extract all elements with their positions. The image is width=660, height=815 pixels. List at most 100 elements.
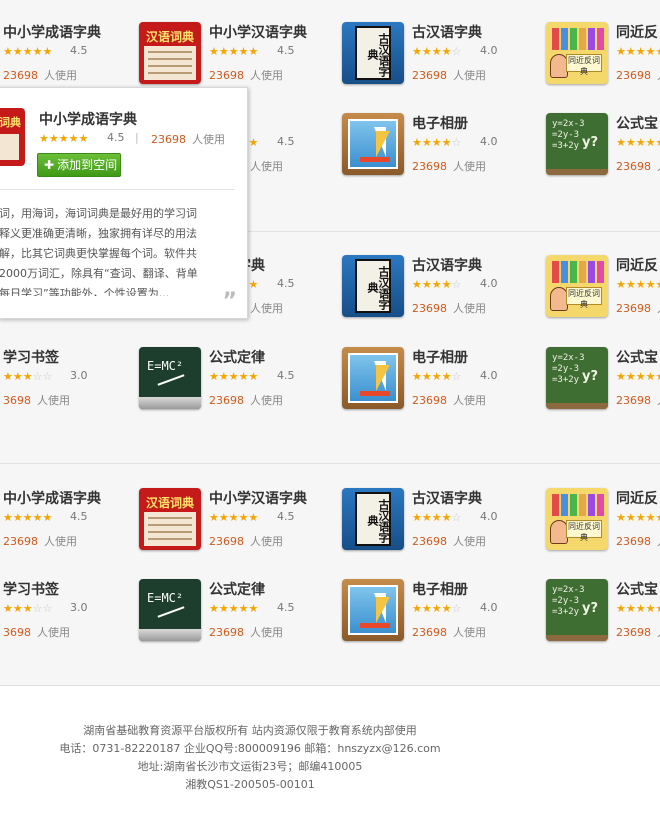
- app-card-hanyu[interactable]: 汉语词典 中小学汉语字典 ★★★★★ 4.5 23698 人使用: [139, 22, 339, 92]
- usage-count: 23698人使用: [412, 302, 486, 315]
- app-card-guhan-3[interactable]: 古汉语字典 古汉语字典 ★★★★☆ 4.0 23698 人使用: [342, 488, 542, 558]
- app-name[interactable]: 同近反: [616, 255, 658, 275]
- rating-value: 4.5: [277, 135, 295, 148]
- footer-contact: 电话：0731-82220187 企业QQ号:800009196 邮箱：hnsz…: [59, 742, 441, 755]
- rating-stars: ★★★★☆: [412, 45, 462, 58]
- site-footer: 湖南省基础教育资源平台版权所有 站内资源仅限于教育系统内部使用 电话：0731-…: [0, 722, 500, 794]
- app-section-3: 中小学成语字典 ★★★★★ 4.5 23698 人使用 汉语词典 中小学汉语字典 …: [0, 464, 660, 686]
- emc-formula-icon[interactable]: E=MC²: [139, 579, 201, 641]
- rating-value: 4.5: [70, 44, 88, 57]
- popup-description: 词，用海词，海词词典是最好用的学习词 释义更准确更清晰，独家拥有详尽的用法 解，…: [0, 207, 198, 296]
- ancient-dictionary-icon[interactable]: 古汉语字典: [342, 22, 404, 84]
- rating-value: 4.0: [480, 135, 498, 148]
- app-name[interactable]: 公式宝: [616, 579, 658, 599]
- popup-app-name: 中小学成语字典: [39, 112, 137, 128]
- usage-count: 23698人: [616, 69, 660, 82]
- chalkboard-formula-icon[interactable]: y=2x-3 =2y-3 =3+2y y?: [546, 347, 608, 409]
- app-name[interactable]: 学习书签: [3, 579, 59, 599]
- usage-count: 23698人: [616, 394, 660, 407]
- sailboat-photo-icon[interactable]: [342, 579, 404, 641]
- rating-value: 4.5: [277, 277, 295, 290]
- app-card-gongshibao-2[interactable]: y=2x-3 =2y-3 =3+2y y? 公式宝 ★★★★★ 23698人: [546, 347, 660, 417]
- add-to-space-button[interactable]: ✚ 添加到空间: [37, 153, 121, 177]
- app-card-tongjin[interactable]: 同近反词典 同近反 ★★★★★ 23698人: [546, 22, 660, 92]
- rating-stars: ★★★★★: [616, 511, 660, 524]
- rating-stars: ★★★★☆: [412, 370, 462, 383]
- app-card-gongshi[interactable]: E=MC² 公式定律 ★★★★★ 4.5 23698 人使用: [139, 347, 339, 417]
- app-card-gongshibao[interactable]: y=2x-3 =2y-3 =3+2y y? 公式宝 ★★★★★ 23698人: [546, 113, 660, 183]
- synonym-dictionary-icon[interactable]: 同近反词典: [546, 255, 608, 317]
- rating-value: 4.5: [277, 510, 295, 523]
- rating-stars: ★★★★★: [616, 278, 660, 291]
- usage-count: 23698人: [616, 160, 660, 173]
- emc-formula-icon[interactable]: E=MC²: [139, 347, 201, 409]
- rating-value: 4.0: [480, 510, 498, 523]
- sailboat-photo-icon[interactable]: [342, 113, 404, 175]
- app-name[interactable]: 中小学成语字典: [3, 488, 101, 508]
- usage-count: 23698人: [616, 626, 660, 639]
- popup-rating-stars: ★★★★★: [39, 132, 89, 145]
- rating-value: 4.5: [70, 510, 88, 523]
- app-card-gongshibao-3[interactable]: y=2x-3 =2y-3 =3+2y y? 公式宝 ★★★★★ 23698人: [546, 579, 660, 649]
- rating-stars: ★★★★☆: [412, 136, 462, 149]
- rating-value: 3.0: [70, 369, 88, 382]
- ancient-dictionary-icon[interactable]: 古汉语字典: [342, 255, 404, 317]
- dictionary-book-icon: 词典: [0, 108, 25, 166]
- rating-value: 4.0: [480, 44, 498, 57]
- dictionary-book-icon[interactable]: 汉语词典: [139, 488, 201, 550]
- rating-stars: ★★★★★: [209, 602, 259, 615]
- usage-count: 23698人使用: [412, 160, 486, 173]
- footer-copyright: 湖南省基础教育资源平台版权所有 站内资源仅限于教育系统内部使用: [83, 724, 417, 737]
- rating-stars: ★★★☆☆: [3, 602, 53, 615]
- app-name[interactable]: 电子相册: [412, 579, 468, 599]
- app-card-tongjin-2[interactable]: 同近反词典 同近反 ★★★★★ 23698人: [546, 255, 660, 325]
- app-name[interactable]: 同近反: [616, 22, 658, 42]
- app-name[interactable]: 电子相册: [412, 113, 468, 133]
- rating-stars: ★★★★★: [616, 602, 660, 615]
- app-name[interactable]: 古汉语字典: [412, 255, 482, 275]
- rating-stars: ★★★★★: [209, 45, 259, 58]
- app-detail-popup: 词典 中小学成语字典 ★★★★★ 4.5 | 23698 人使用 ✚ 添加到空间 词…: [0, 87, 248, 319]
- app-name[interactable]: 公式定律: [209, 347, 265, 367]
- usage-count: 23698人: [616, 302, 660, 315]
- rating-stars: ★★★★★: [616, 136, 660, 149]
- app-card-tongjin-3[interactable]: 同近反词典 同近反 ★★★★★ 23698人: [546, 488, 660, 558]
- app-card-gongshi-3[interactable]: E=MC² 公式定律 ★★★★★ 4.5 23698 人使用: [139, 579, 339, 649]
- rating-stars: ★★★★☆: [412, 602, 462, 615]
- app-name[interactable]: 中小学汉语字典: [209, 488, 307, 508]
- usage-count: 23698人使用: [412, 626, 486, 639]
- sailboat-photo-icon[interactable]: [342, 347, 404, 409]
- app-name[interactable]: 同近反: [616, 488, 658, 508]
- app-name[interactable]: 学习书签: [3, 347, 59, 367]
- app-name[interactable]: 公式定律: [209, 579, 265, 599]
- rating-value: 4.0: [480, 601, 498, 614]
- app-name[interactable]: 古汉语字典: [412, 22, 482, 42]
- app-card-guhan-2[interactable]: 古汉语字典 古汉语字典 ★★★★☆ 4.0 23698 人使用: [342, 255, 542, 325]
- dictionary-book-icon[interactable]: 汉语词典: [139, 22, 201, 84]
- app-name[interactable]: 公式宝: [616, 347, 658, 367]
- footer-license: 湘教QS1-200505-00101: [185, 778, 315, 791]
- rating-stars: ★★★★★: [3, 511, 53, 524]
- app-card-dianzi-2[interactable]: 电子相册 ★★★★☆ 4.0 23698 人使用: [342, 347, 542, 417]
- chalkboard-formula-icon[interactable]: y=2x-3 =2y-3 =3+2y y?: [546, 579, 608, 641]
- app-card-dianzi[interactable]: 电子相册 ★★★★☆ 4.0 23698 人使用: [342, 113, 542, 183]
- app-card-guhan[interactable]: 古汉语字典 古汉语字典 ★★★★☆ 4.0 23698 人使用: [342, 22, 542, 92]
- rating-stars: ★★★★★: [616, 370, 660, 383]
- synonym-dictionary-icon[interactable]: 同近反词典: [546, 488, 608, 550]
- app-name[interactable]: 电子相册: [412, 347, 468, 367]
- chalkboard-formula-icon[interactable]: y=2x-3 =2y-3 =3+2y y?: [546, 113, 608, 175]
- rating-value: 4.5: [277, 601, 295, 614]
- ancient-dictionary-icon[interactable]: 古汉语字典: [342, 488, 404, 550]
- footer-address: 地址:湖南省长沙市文运街23号；邮编410005: [137, 760, 363, 773]
- app-name[interactable]: 公式宝: [616, 113, 658, 133]
- quote-icon: ”: [222, 289, 237, 314]
- app-name[interactable]: 中小学成语字典: [3, 22, 101, 42]
- app-card-dianzi-3[interactable]: 电子相册 ★★★★☆ 4.0 23698 人使用: [342, 579, 542, 649]
- app-name[interactable]: 中小学汉语字典: [209, 22, 307, 42]
- rating-stars: ★★★★☆: [412, 511, 462, 524]
- synonym-dictionary-icon[interactable]: 同近反词典: [546, 22, 608, 84]
- usage-count: 3698 人使用: [3, 394, 70, 407]
- app-card-hanyu-3[interactable]: 汉语词典 中小学汉语字典 ★★★★★ 4.5 23698 人使用: [139, 488, 339, 558]
- app-name[interactable]: 古汉语字典: [412, 488, 482, 508]
- rating-stars: ★★★★★: [209, 511, 259, 524]
